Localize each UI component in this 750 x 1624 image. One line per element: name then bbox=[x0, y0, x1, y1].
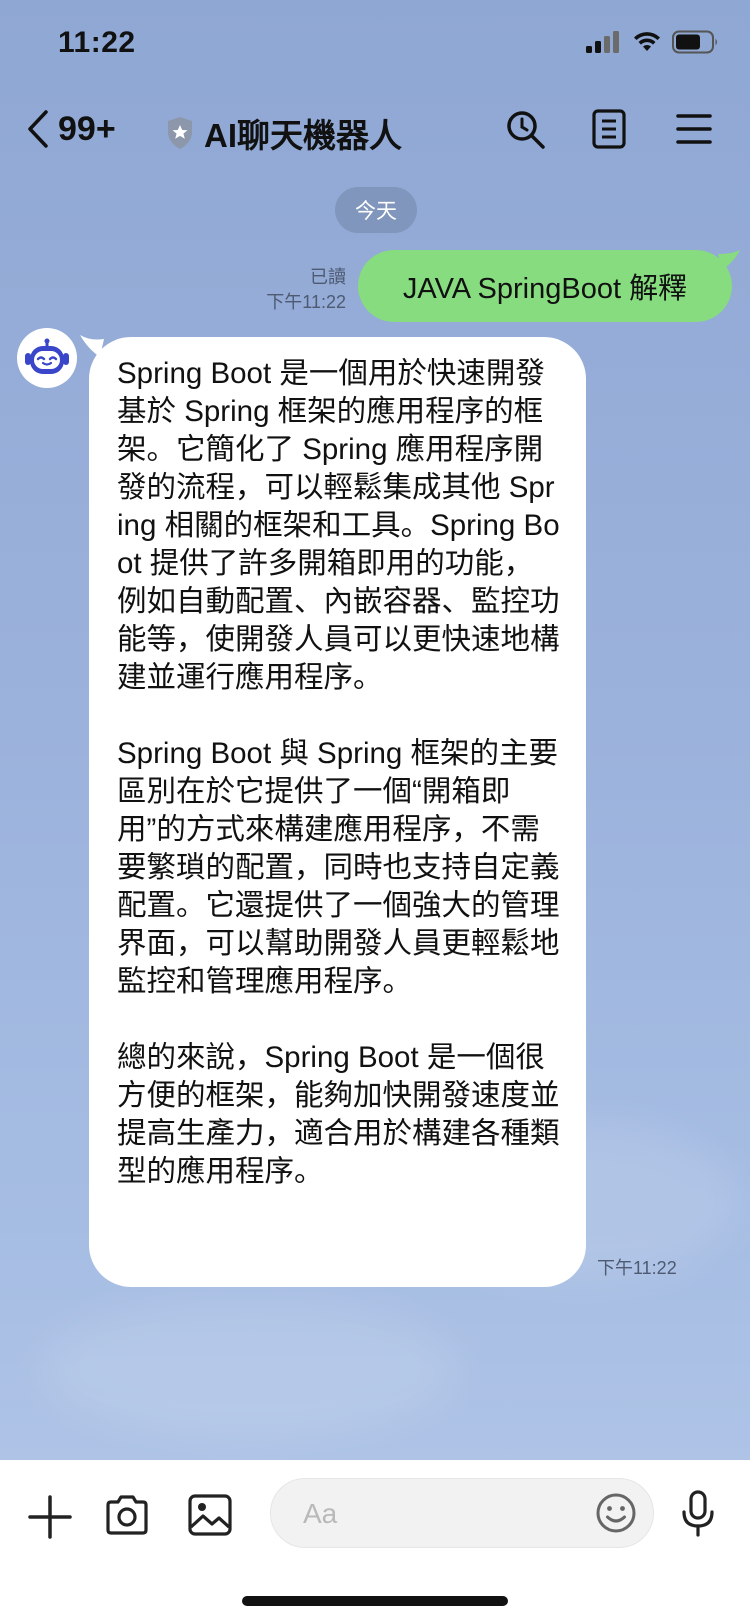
microphone-icon[interactable] bbox=[680, 1490, 716, 1538]
incoming-time: 下午11:22 bbox=[597, 1258, 677, 1278]
read-receipt: 已讀 bbox=[310, 267, 346, 287]
bot-avatar-icon bbox=[25, 338, 69, 374]
battery-icon bbox=[672, 30, 717, 54]
incoming-message-bubble[interactable]: Spring Boot 是一個用於快速開發基於 Spring 框架的應用程序的框… bbox=[89, 337, 586, 1287]
search-icon[interactable] bbox=[505, 109, 547, 151]
verified-shield-icon bbox=[168, 117, 192, 149]
status-time: 11:22 bbox=[58, 26, 136, 59]
outgoing-message-bubble[interactable]: JAVA SpringBoot 解釋 bbox=[358, 250, 732, 322]
image-icon[interactable] bbox=[188, 1494, 232, 1536]
message-input-bar: Aa bbox=[0, 1460, 750, 1624]
message-input[interactable]: Aa bbox=[270, 1478, 654, 1548]
chat-header: 99+ AI聊天機器人 bbox=[0, 95, 750, 175]
camera-icon[interactable] bbox=[104, 1493, 150, 1537]
wifi-icon bbox=[634, 32, 660, 51]
status-bar: 11:22 bbox=[0, 0, 750, 90]
chat-title: AI聊天機器人 bbox=[204, 117, 402, 154]
plus-icon[interactable] bbox=[28, 1495, 72, 1539]
back-button[interactable]: 99+ bbox=[26, 109, 116, 149]
notes-icon[interactable] bbox=[592, 109, 628, 149]
background-cloud bbox=[40, 1300, 460, 1440]
bot-avatar[interactable] bbox=[17, 328, 77, 388]
signal-icon bbox=[586, 31, 619, 53]
menu-icon[interactable] bbox=[676, 113, 712, 145]
unread-count: 99+ bbox=[58, 109, 116, 148]
chat-title-group[interactable]: AI聊天機器人 bbox=[166, 109, 402, 157]
emoji-icon[interactable] bbox=[595, 1492, 637, 1534]
status-icons bbox=[586, 30, 720, 54]
outgoing-meta: 已讀 下午11:22 bbox=[266, 265, 346, 315]
back-chevron-icon bbox=[28, 110, 48, 148]
home-indicator bbox=[242, 1596, 508, 1606]
message-input-placeholder: Aa bbox=[303, 1498, 338, 1529]
date-divider: 今天 bbox=[335, 187, 417, 233]
outgoing-time: 下午11:22 bbox=[266, 292, 346, 312]
